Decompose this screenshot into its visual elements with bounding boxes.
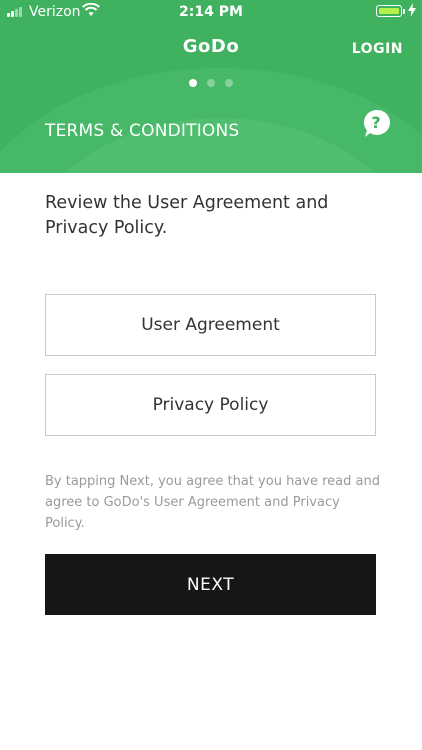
user-agreement-button[interactable]: User Agreement bbox=[45, 294, 376, 356]
page-dot bbox=[207, 79, 215, 87]
header: Verizon 2:14 PM GoDo LOGIN TERMS & CONDI… bbox=[0, 0, 422, 173]
next-button[interactable]: NEXT bbox=[45, 554, 376, 615]
page-dot bbox=[225, 79, 233, 87]
login-button[interactable]: LOGIN bbox=[352, 41, 403, 57]
svg-text:?: ? bbox=[371, 113, 380, 132]
battery-icon bbox=[376, 5, 405, 17]
page-dot-active bbox=[189, 79, 197, 87]
charging-bolt-icon bbox=[408, 3, 416, 17]
intro-text: Review the User Agreement and Privacy Po… bbox=[45, 193, 329, 238]
status-bar: Verizon 2:14 PM bbox=[0, 0, 422, 24]
privacy-policy-label: Privacy Policy bbox=[152, 395, 269, 415]
disclaimer-text: By tapping Next, you agree that you have… bbox=[45, 474, 380, 531]
next-button-label: NEXT bbox=[186, 574, 235, 595]
privacy-policy-button[interactable]: Privacy Policy bbox=[45, 374, 376, 436]
status-time: 2:14 PM bbox=[179, 4, 243, 20]
section-title: TERMS & CONDITIONS bbox=[45, 121, 240, 141]
help-icon[interactable]: ? bbox=[362, 109, 390, 139]
user-agreement-label: User Agreement bbox=[141, 315, 280, 335]
